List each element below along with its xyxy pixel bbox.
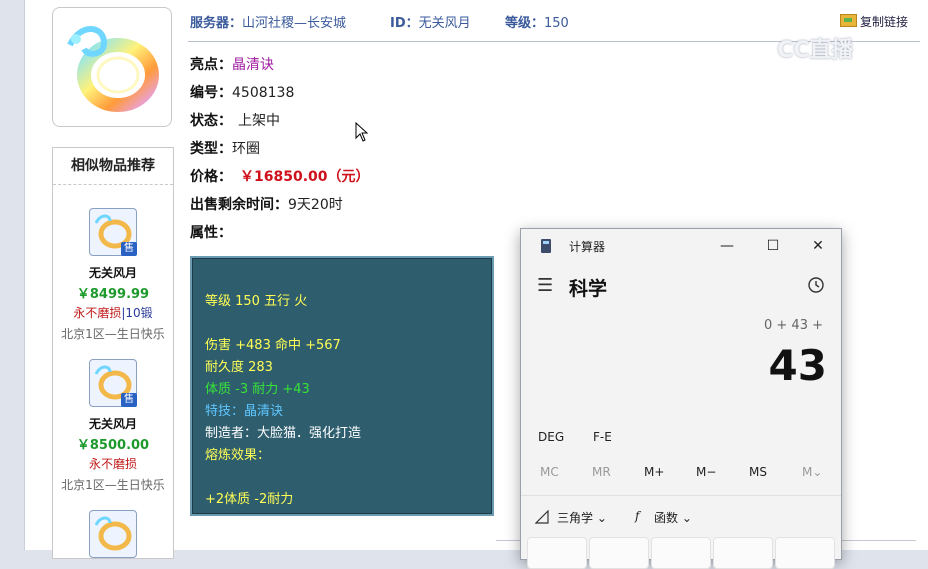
ring-item-icon bbox=[89, 510, 137, 558]
maximize-button[interactable]: ☐ bbox=[761, 235, 785, 257]
similar-items-panel: 相似物品推荐 售 无关风月 ￥8499.99 永不磨损|10锻 北京1区—生日快… bbox=[52, 147, 174, 559]
calculator-expression: 0 + 43 + bbox=[764, 318, 823, 333]
attr-line: 体质 -3 耐力 +43 bbox=[205, 382, 310, 397]
mc-button[interactable]: MC bbox=[540, 465, 559, 479]
calc-key[interactable] bbox=[651, 537, 711, 569]
calculator-titlebar[interactable]: 计算器 — ☐ ✕ bbox=[521, 229, 841, 263]
close-button[interactable]: ✕ bbox=[806, 235, 830, 257]
similar-item[interactable]: 售 无关风月 ￥8500.00 永不磨损 北京1区—生日快乐 bbox=[53, 359, 173, 493]
sale-badge: 售 bbox=[121, 242, 137, 256]
attr-line: 等级 150 五行 火 bbox=[205, 294, 308, 309]
calc-key[interactable] bbox=[775, 537, 835, 569]
number-row: 编号：4508138 bbox=[190, 85, 295, 101]
level-info: 等级：150 bbox=[505, 16, 569, 31]
calculator-window[interactable]: 计算器 — ☐ ✕ ☰ 科学 0 + 43 + 43 DEG F-E MC MR… bbox=[520, 228, 842, 569]
cc-watermark: CC直播 bbox=[777, 38, 854, 63]
hamburger-menu-icon[interactable]: ☰ bbox=[537, 275, 553, 296]
memory-list-button[interactable]: M⌄ bbox=[802, 465, 822, 479]
triangle-icon bbox=[535, 510, 549, 524]
function-icon: f bbox=[635, 509, 640, 523]
mouse-cursor-icon bbox=[355, 122, 369, 142]
price-row: 价格： ￥16850.00（元） bbox=[190, 169, 370, 185]
copy-link-button[interactable]: 复制链接 bbox=[840, 13, 908, 30]
divider bbox=[521, 495, 841, 496]
mr-button[interactable]: MR bbox=[592, 465, 611, 479]
ms-button[interactable]: MS bbox=[749, 465, 767, 479]
similar-items-title: 相似物品推荐 bbox=[53, 148, 173, 185]
history-icon[interactable] bbox=[807, 276, 825, 294]
calc-key[interactable] bbox=[713, 537, 773, 569]
type-row: 类型：环圈 bbox=[190, 141, 260, 157]
attr-line: +2体质 -2耐力 bbox=[205, 492, 294, 507]
calculator-mode-title: 科学 bbox=[569, 278, 608, 300]
attr-line: 耐久度 283 bbox=[205, 360, 273, 375]
ring-item-icon bbox=[67, 26, 159, 112]
id-info: ID：无关风月 bbox=[390, 16, 471, 31]
chevron-down-icon: ⌄ bbox=[681, 511, 692, 525]
fe-button[interactable]: F-E bbox=[593, 430, 612, 444]
calculator-app-icon bbox=[541, 239, 551, 253]
calc-key[interactable] bbox=[527, 537, 587, 569]
calculator-result: 43 bbox=[768, 341, 827, 390]
chevron-down-icon: ⌄ bbox=[596, 511, 607, 525]
attr-line: 特技：晶清诀 bbox=[205, 404, 284, 419]
sale-badge: 售 bbox=[121, 393, 137, 407]
status-row: 状态： 上架中 bbox=[190, 113, 280, 129]
attr-line: 制造者：大脸猫．强化打造 bbox=[205, 426, 362, 441]
trig-dropdown[interactable]: 三角学 ⌄ bbox=[557, 509, 607, 526]
minimize-button[interactable]: — bbox=[715, 235, 739, 257]
deg-button[interactable]: DEG bbox=[538, 430, 564, 444]
calc-key[interactable] bbox=[589, 537, 649, 569]
ring-item-icon: 售 bbox=[89, 359, 137, 407]
folder-icon bbox=[840, 14, 857, 27]
server-info: 服务器：山河社稷—长安城 bbox=[190, 16, 347, 31]
m-minus-button[interactable]: M− bbox=[696, 465, 716, 479]
m-plus-button[interactable]: M+ bbox=[644, 465, 664, 479]
attributes-panel: 等级 150 五行 火 伤害 +483 命中 +567 耐久度 283 体质 -… bbox=[190, 256, 494, 516]
product-image bbox=[52, 7, 172, 127]
function-dropdown[interactable]: 函数 ⌄ bbox=[654, 509, 692, 526]
similar-item[interactable] bbox=[53, 510, 173, 558]
attr-row: 属性： bbox=[190, 225, 232, 241]
highlight-row: 亮点：晶清诀 bbox=[190, 57, 274, 73]
time-row: 出售剩余时间：9天20时 bbox=[190, 197, 343, 213]
similar-item[interactable]: 售 无关风月 ￥8499.99 永不磨损|10锻 北京1区—生日快乐 bbox=[53, 208, 173, 342]
attr-line: 熔炼效果： bbox=[205, 448, 271, 463]
ring-item-icon: 售 bbox=[89, 208, 137, 256]
attr-line: 伤害 +483 命中 +567 bbox=[205, 338, 341, 353]
